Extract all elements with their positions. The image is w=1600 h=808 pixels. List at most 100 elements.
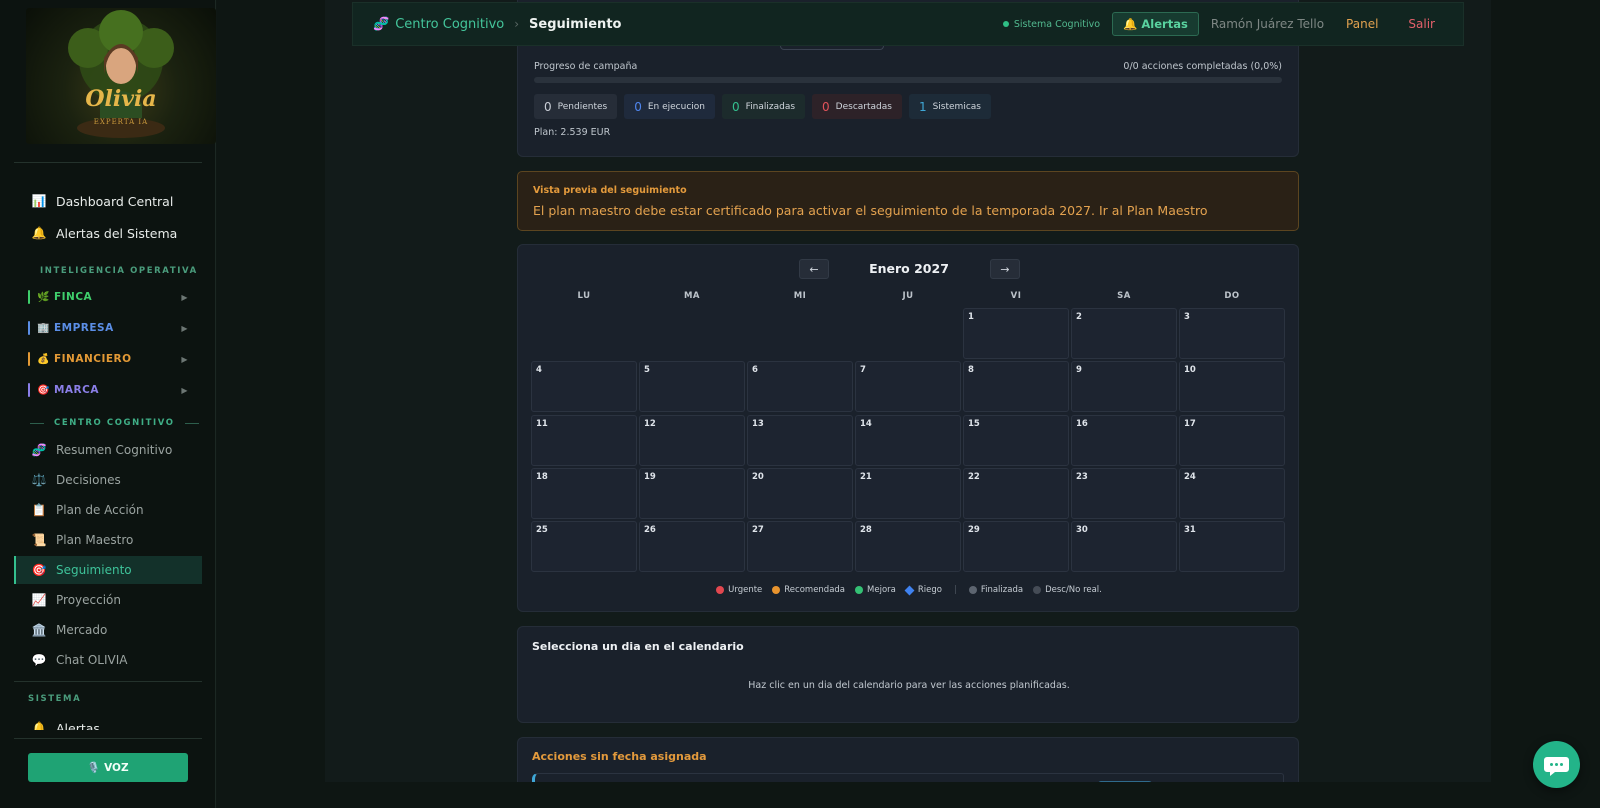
olivia-logo: Olivia EXPERTA IA [26,8,216,144]
green-dot-icon [855,586,864,594]
system-status: Sistema Cognitivo [1013,18,1101,30]
sidebar-group-empresa[interactable]: 🏢 EMPRESA ▶ [28,318,188,338]
legend-separator: | [953,585,957,595]
calendar-day[interactable]: 20 [747,467,853,519]
calendar-day[interactable]: 28 [855,521,961,573]
logout-link[interactable]: Salir [1408,17,1435,31]
sidebar-item-dashboard-central[interactable]: 📊 Dashboard Central [14,187,202,215]
calendar-day[interactable]: 24 [1179,467,1285,519]
logo-subtext: EXPERTA IA [94,118,148,126]
calendar-day[interactable]: 1 [963,308,1069,359]
sidebar-item-resumen-cognitivo[interactable]: 🧬 Resumen Cognitivo [14,436,202,464]
chip-descartadas[interactable]: 0 Descartadas [812,94,902,119]
calendar-day[interactable]: 22 [963,467,1069,519]
sidebar-item-label: Alertas del Sistema [56,225,178,241]
expand-arrow-icon: ▶ [181,292,188,302]
top-bar: 🧬 Centro Cognitivo › Seguimiento Sistema… [352,2,1464,46]
calendar-day[interactable]: 30 [1071,521,1177,573]
bell-icon: 🔔 [31,226,47,240]
sidebar-divider [14,162,202,163]
calendar-day[interactable]: 25 [531,521,637,573]
calendar-day[interactable]: 6 [747,361,853,413]
calendar-day[interactable]: 18 [531,467,637,519]
warning-message[interactable]: El plan maestro debe estar certificado p… [533,203,1207,218]
viewport-bottom [217,782,1600,808]
sidebar-group-marca[interactable]: 🎯 MARCA ▶ [28,380,188,400]
calendar-day[interactable]: 10 [1179,361,1285,413]
chip-label: Sistemicas [932,101,981,112]
sidebar: Olivia EXPERTA IA 📊 Dashboard Central 🔔 … [0,0,216,808]
calendar-day[interactable]: 5 [639,361,745,413]
weekday-header: VI [1010,291,1022,301]
chip-en-ejecucion[interactable]: 0 En ejecucion [624,94,715,119]
legend-urgente: Urgente [716,585,762,595]
sidebar-item-alertas[interactable]: 🔔 Alertas [14,714,202,731]
dna-icon: 🧬 [31,443,47,457]
calendar-day[interactable]: 31 [1179,521,1285,573]
sidebar-group-financiero[interactable]: 💰 FINANCIERO ▶ [28,349,188,369]
legend-desc-no-real: Desc/No real. [1033,585,1102,595]
sidebar-item-chat-olivia[interactable]: 💬 Chat OLIVIA [14,646,202,674]
calendar-day[interactable]: 16 [1071,414,1177,466]
next-month-button[interactable]: → [990,259,1020,279]
calendar-day[interactable]: 12 [639,414,745,466]
legend-mejora: Mejora [855,585,896,595]
sidebar-item-plan-maestro[interactable]: 📜 Plan Maestro [14,526,202,554]
group-color-bar [28,290,30,304]
legend-riego: Riego [904,585,942,595]
calendar-day[interactable]: 23 [1071,467,1177,519]
calendar-legend: Urgente Recomendada Mejora Riego | Final… [518,585,1300,595]
sidebar-item-decisiones[interactable]: ⚖️ Decisiones [14,466,202,494]
expand-arrow-icon: ▶ [181,354,188,364]
sidebar-item-seguimiento[interactable]: 🎯 Seguimiento [14,556,202,584]
status-dot-icon [1002,21,1009,27]
calendar-day[interactable]: 11 [531,414,637,466]
sidebar-group-finca[interactable]: 🌿 FINCA ▶ [28,287,188,307]
chip-label: Pendientes [557,101,608,112]
sidebar-item-plan-de-accion[interactable]: 📋 Plan de Acción [14,496,202,524]
scale-icon: ⚖️ [31,473,47,487]
sidebar-group-label: EMPRESA [53,322,114,334]
logo-wordmark: Olivia [85,86,156,112]
calendar-day[interactable]: 2 [1071,308,1177,359]
day-detail-title: Selecciona un dia en el calendario [532,640,744,653]
voice-button[interactable]: 🎙️ VOZ [28,753,188,782]
calendar-day[interactable]: 29 [963,521,1069,573]
calendar-day[interactable]: 15 [963,414,1069,466]
calendar-day[interactable]: 4 [531,361,637,413]
chip-finalizadas[interactable]: 0 Finalizadas [721,94,806,119]
sidebar-item-proyeccion[interactable]: 📈 Proyección [14,586,202,614]
calendar-day[interactable]: 8 [963,361,1069,413]
sidebar-item-alertas-del-sistema[interactable]: 🔔 Alertas del Sistema [14,219,202,247]
progress-label: Progreso de campaña [534,61,638,72]
calendar-day[interactable]: 13 [747,414,853,466]
olivia-logo-art: Olivia EXPERTA IA [68,10,174,138]
breadcrumb-separator: › [514,17,520,31]
calendar-day[interactable]: 21 [855,467,961,519]
breadcrumb-centro-cognitivo[interactable]: Centro Cognitivo [395,17,504,32]
panel-link[interactable]: Panel [1346,17,1378,31]
target-icon: 🎯 [37,384,50,396]
sidebar-item-mercado[interactable]: 🏛️ Mercado [14,616,202,644]
chip-sistemicas[interactable]: 1 Sistemicas [908,94,991,119]
weekday-header: MI [793,291,807,301]
calendar-day[interactable]: 19 [639,467,745,519]
expand-arrow-icon: ▶ [181,385,188,395]
chip-pendientes[interactable]: 0 Pendientes [534,94,618,119]
chip-count: 1 [918,99,927,114]
sidebar-item-label: Proyección [56,593,121,607]
breadcrumb-current: Seguimiento [529,16,622,32]
calendar-day[interactable]: 9 [1071,361,1177,413]
sidebar-item-label: Mercado [56,623,108,637]
calendar-day[interactable]: 27 [747,521,853,573]
chip-label: En ejecucion [647,101,705,112]
calendar-day[interactable]: 14 [855,414,961,466]
calendar-day[interactable]: 3 [1179,308,1285,359]
calendar-day[interactable]: 26 [639,521,745,573]
calendar-day[interactable]: 17 [1179,414,1285,466]
chip-count: 0 [822,99,830,114]
calendar-day[interactable]: 7 [855,361,961,413]
bell-icon: 🔔 [31,721,47,730]
alerts-button[interactable]: 🔔 Alertas [1112,12,1199,36]
chat-fab-button[interactable] [1533,741,1580,788]
